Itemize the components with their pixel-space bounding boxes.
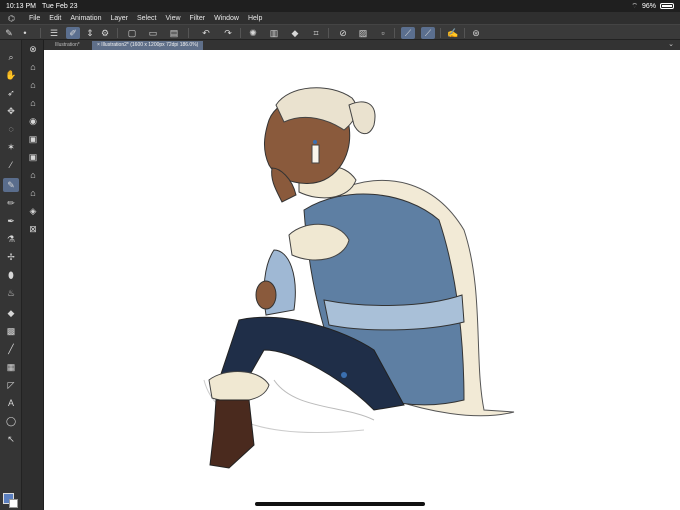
tool-handle-icon[interactable]: ✎	[2, 27, 16, 39]
clear-icon[interactable]: ▥	[267, 27, 281, 39]
selection-icon[interactable]: ▫	[376, 27, 390, 39]
status-right: ⌔ 96%	[631, 2, 674, 11]
menu-help[interactable]: Help	[248, 15, 262, 22]
crop-icon[interactable]: ⌗	[309, 27, 323, 39]
fill-icon[interactable]: ◆	[288, 27, 302, 39]
tool-palette: ⌕ ✋ ➶ ✥ ◌ ✶ ⁄ ✎ ✏ ✒ ⚗ ✢ ⬮ ♨ ◆ ▩ ╱ ▦ ◸ A …	[0, 40, 22, 510]
hand-icon[interactable]: ✋	[3, 68, 19, 82]
snap-ruler-icon[interactable]: ⟋	[401, 27, 415, 39]
help-icon[interactable]: ⊛	[469, 27, 483, 39]
sub-color-swatch[interactable]	[9, 499, 18, 508]
battery-icon	[660, 3, 674, 9]
battery-percent: 96%	[641, 2, 656, 10]
redo-icon[interactable]: ↷	[221, 27, 235, 39]
divider	[188, 28, 189, 38]
layers-icon[interactable]: ◈	[25, 204, 41, 218]
brush-size-icon[interactable]: •	[18, 27, 32, 39]
spinner-icon[interactable]: ✺	[246, 27, 260, 39]
close-icon[interactable]: ⊗	[25, 42, 41, 56]
gradient-icon[interactable]: ▩	[3, 324, 19, 338]
airbrush-icon[interactable]: ⚗	[3, 232, 19, 246]
decoration-icon[interactable]: ✢	[3, 250, 19, 264]
status-bar: 10:13 PM Tue Feb 23 ⌔ 96%	[0, 0, 680, 12]
balloon-icon[interactable]: ◯	[3, 414, 19, 428]
divider	[328, 28, 329, 38]
fill-bucket-icon[interactable]: ◆	[3, 306, 19, 320]
menu-animation[interactable]: Animation	[70, 15, 101, 22]
eraser-icon[interactable]: ⬮	[3, 268, 19, 282]
sub-tool-palette: ⊗ ⌂ ⌂ ⌂ ◉ ▣ ▣ ⌂ ⌂ ◈ ⊠	[22, 40, 44, 510]
tab-illustration[interactable]: Illustration*	[50, 41, 85, 50]
save-icon[interactable]: ▤	[167, 27, 181, 39]
app-logo-icon[interactable]: ⌬	[8, 14, 20, 23]
artwork-illustration	[203, 87, 515, 469]
brush-icon[interactable]: ✒	[3, 214, 19, 228]
chevron-down-icon[interactable]: ⌄	[668, 40, 674, 48]
divider	[117, 28, 118, 38]
color-set-icon[interactable]: ▣	[25, 132, 41, 146]
wifi-icon: ⌔	[631, 2, 638, 10]
lasso-icon[interactable]: ◌	[3, 122, 19, 136]
pencil-icon[interactable]: ✏	[3, 196, 19, 210]
menu-file[interactable]: File	[29, 15, 40, 22]
frame-icon[interactable]: ▦	[3, 360, 19, 374]
menu-select[interactable]: Select	[137, 15, 156, 22]
drawing-canvas[interactable]	[44, 50, 680, 510]
layer-property-icon[interactable]: ⌂	[25, 186, 41, 200]
tab-illustration2[interactable]: × Illustration2* (1600 x 1200px 72dpi 18…	[92, 41, 204, 50]
divider	[464, 28, 465, 38]
move-icon[interactable]: ✥	[3, 104, 19, 118]
divider	[240, 28, 241, 38]
menu-view[interactable]: View	[165, 15, 180, 22]
brush-shape-icon[interactable]: ⌂	[25, 96, 41, 110]
magic-wand-icon[interactable]: ✶	[3, 140, 19, 154]
status-time: 10:13 PM	[6, 2, 36, 10]
material-icon[interactable]: ⌂	[25, 168, 41, 182]
blend-icon[interactable]: ♨	[3, 286, 19, 300]
home-indicator	[255, 502, 425, 506]
pen-icon[interactable]: ✎	[3, 178, 19, 192]
divider	[394, 28, 395, 38]
subtool-icon[interactable]: ⌂	[25, 60, 41, 74]
text-icon[interactable]: A	[3, 396, 19, 410]
ruler-icon[interactable]: ◸	[3, 378, 19, 392]
command-bar: ✎ • ☰ ✐ ⇕ ⚙ ▢ ▭ ▤ ↶ ↷ ✺ ▥ ◆ ⌗ ⊘ ▨ ▫ ⟋ ⟋ …	[0, 24, 680, 40]
divider	[40, 28, 41, 38]
divider	[440, 28, 441, 38]
menu-icon[interactable]: ☰	[47, 27, 61, 39]
line-icon[interactable]: ╱	[3, 342, 19, 356]
chevron-updown-icon[interactable]: ⇕	[83, 27, 97, 39]
deselect-icon[interactable]: ⊘	[336, 27, 350, 39]
menu-window[interactable]: Window	[214, 15, 239, 22]
companion-icon[interactable]: ⚙	[98, 27, 112, 39]
invert-selection-icon[interactable]: ▨	[356, 27, 370, 39]
pen-tool-icon[interactable]: ✐	[66, 27, 80, 39]
document-tabs: Illustration* × Illustration2* (1600 x 1…	[44, 40, 680, 50]
new-file-icon[interactable]: ▢	[125, 27, 139, 39]
color-wheel-icon[interactable]: ◉	[25, 114, 41, 128]
status-date: Tue Feb 23	[41, 2, 78, 10]
snap-special-ruler-icon[interactable]: ⟋	[421, 27, 435, 39]
eyedropper-icon[interactable]: ⁄	[3, 158, 19, 172]
undo-icon[interactable]: ↶	[199, 27, 213, 39]
zoom-icon[interactable]: ⌕	[3, 50, 19, 64]
navigator-icon[interactable]: ▣	[25, 150, 41, 164]
menu-layer[interactable]: Layer	[110, 15, 128, 22]
operation-icon[interactable]: ➶	[3, 86, 19, 100]
menu-filter[interactable]: Filter	[190, 15, 206, 22]
open-folder-icon[interactable]: ▭	[146, 27, 160, 39]
menu-bar: ⌬ File Edit Animation Layer Select View …	[0, 12, 680, 24]
tool-property-icon[interactable]: ⌂	[25, 78, 41, 92]
search-layer-icon[interactable]: ⊠	[25, 222, 41, 236]
correct-line-icon[interactable]: ↖	[3, 432, 19, 446]
pen-pressure-icon[interactable]: ✍	[446, 27, 460, 39]
menu-edit[interactable]: Edit	[49, 15, 61, 22]
